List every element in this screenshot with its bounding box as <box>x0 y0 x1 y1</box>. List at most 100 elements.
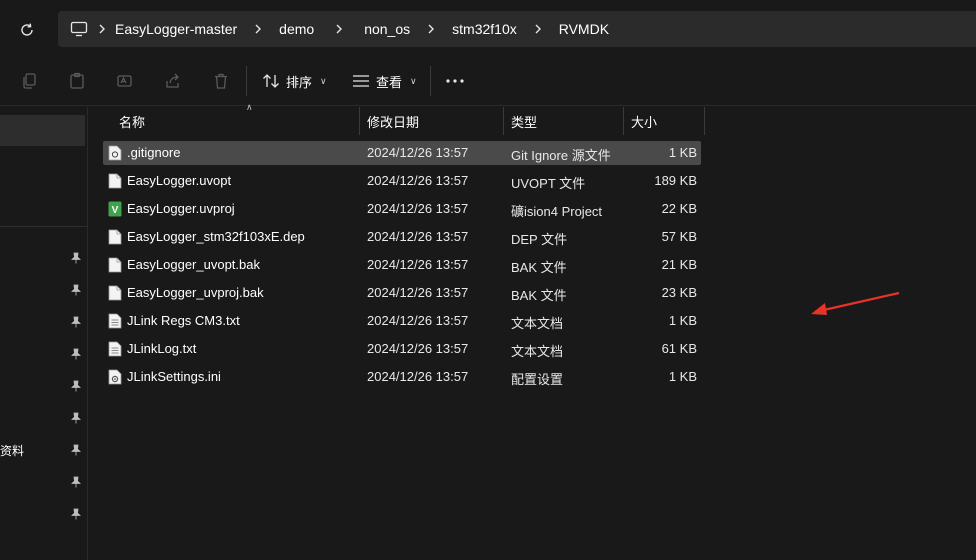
paste-icon[interactable] <box>65 69 89 93</box>
address-row: EasyLogger-master demo non_os stm32f10x … <box>0 0 976 56</box>
pin-icon[interactable] <box>70 380 82 392</box>
file-modified-date: 2024/12/26 13:57 <box>367 257 469 272</box>
file-modified-date: 2024/12/26 13:57 <box>367 313 469 328</box>
file-type: 文本文档 <box>511 316 564 331</box>
file-name: EasyLogger_uvopt.bak <box>127 257 260 272</box>
breadcrumb-stm32f10x[interactable]: stm32f10x <box>452 21 517 37</box>
pin-icon[interactable] <box>70 316 82 328</box>
view-label: 查看 <box>376 74 403 90</box>
keil-project-icon: V <box>108 201 122 217</box>
column-header-type-label: 类型 <box>511 114 538 130</box>
file-icon <box>108 173 122 189</box>
pin-icon[interactable] <box>70 252 82 264</box>
address-bar[interactable]: EasyLogger-master demo non_os stm32f10x … <box>58 11 976 47</box>
file-type: DEP 文件 <box>511 232 568 247</box>
view-icon <box>353 75 369 87</box>
nav-item-selected[interactable] <box>0 115 85 146</box>
file-row[interactable]: JLink Regs CM3.txt 2024/12/26 13:57 文本文档 1 … <box>103 309 701 333</box>
delete-icon[interactable] <box>209 69 233 93</box>
chevron-right-icon[interactable] <box>517 19 559 39</box>
nav-divider <box>0 226 88 227</box>
file-size: 22 KB <box>661 201 697 216</box>
file-modified-date: 2024/12/26 13:57 <box>367 341 469 356</box>
share-icon[interactable] <box>161 69 185 93</box>
file-icon <box>108 257 122 273</box>
file-size: 23 KB <box>661 285 697 300</box>
file-size: 189 KB <box>654 173 697 188</box>
column-header-date-label: 修改日期 <box>367 114 420 130</box>
column-divider[interactable] <box>359 107 360 135</box>
pin-icon[interactable] <box>70 508 82 520</box>
file-type: 配置设置 <box>511 372 564 387</box>
file-row[interactable]: EasyLogger.uvopt 2024/12/26 13:57 UVOPT 文件… <box>103 169 701 193</box>
column-header-size[interactable]: 大小 <box>625 107 703 135</box>
navigation-pane: 资料 <box>0 107 88 560</box>
pin-icon[interactable] <box>70 444 82 456</box>
file-size: 61 KB <box>661 341 697 356</box>
red-arrow-annotation <box>811 291 900 315</box>
view-menu-button[interactable]: 查看 ∨ <box>352 69 417 93</box>
file-size: 57 KB <box>661 229 697 244</box>
file-name: EasyLogger.uvopt <box>127 173 232 188</box>
column-header-name[interactable]: 名称 <box>113 107 359 135</box>
breadcrumb-rvmdk[interactable]: RVMDK <box>559 21 609 37</box>
pin-icon[interactable] <box>70 476 82 488</box>
file-row[interactable]: JLinkSettings.ini 2024/12/26 13:57 配置设置 1 K… <box>103 365 701 389</box>
gitignore-file-icon <box>108 145 122 161</box>
breadcrumb-non-os[interactable]: non_os <box>364 21 410 37</box>
column-divider[interactable] <box>503 107 504 135</box>
refresh-button[interactable] <box>14 17 40 43</box>
file-name: JLinkSettings.ini <box>127 369 221 384</box>
file-row[interactable]: EasyLogger_stm32f103xE.dep 2024/12/26 13:… <box>103 225 701 249</box>
nav-item-label[interactable]: 资料 <box>0 442 24 459</box>
chevron-right-icon[interactable] <box>237 19 279 39</box>
column-divider[interactable] <box>623 107 624 135</box>
file-row[interactable]: EasyLogger_uvproj.bak 2024/12/26 13:57 BAK… <box>103 281 701 305</box>
file-row[interactable]: .gitignore 2024/12/26 13:57 Git Ignore 源文件… <box>103 141 701 165</box>
more-options-icon[interactable] <box>443 69 467 93</box>
file-row[interactable]: EasyLogger_uvopt.bak 2024/12/26 13:57 BAK … <box>103 253 701 277</box>
file-icon <box>108 285 122 301</box>
file-icon <box>108 229 122 245</box>
pin-icon[interactable] <box>70 348 82 360</box>
sort-label: 排序 <box>286 74 313 90</box>
chevron-right-icon[interactable] <box>89 19 115 39</box>
sort-icon <box>263 74 279 88</box>
column-header-type[interactable]: 类型 <box>505 107 623 135</box>
file-row[interactable]: JLinkLog.txt 2024/12/26 13:57 文本文档 61 KB <box>103 337 701 361</box>
this-pc-icon[interactable] <box>69 19 89 39</box>
pin-icon[interactable] <box>70 412 82 424</box>
file-type: Git Ignore 源文件 <box>511 148 611 163</box>
chevron-right-icon[interactable] <box>410 19 452 39</box>
file-name: JLink Regs CM3.txt <box>127 313 240 328</box>
chevron-right-icon[interactable] <box>314 19 364 39</box>
column-header-name-label: 名称 <box>119 114 146 130</box>
file-name: EasyLogger.uvproj <box>127 201 235 216</box>
copy-icon[interactable] <box>17 69 41 93</box>
file-row[interactable]: V EasyLogger.uvproj 2024/12/26 13:57 礦ision… <box>103 197 701 221</box>
column-header-date[interactable]: 修改日期 <box>361 107 503 135</box>
pin-icon[interactable] <box>70 284 82 296</box>
breadcrumb-easylogger-master[interactable]: EasyLogger-master <box>115 21 237 37</box>
text-file-icon <box>108 313 122 329</box>
file-modified-date: 2024/12/26 13:57 <box>367 173 469 188</box>
column-divider[interactable] <box>704 107 705 135</box>
file-type: 礦ision4 Project <box>511 204 603 219</box>
file-type: 文本文档 <box>511 344 564 359</box>
chevron-down-icon: ∨ <box>410 75 417 86</box>
file-modified-date: 2024/12/26 13:57 <box>367 145 469 160</box>
sort-menu-button[interactable]: 排序 ∨ <box>262 69 327 93</box>
file-size: 1 KB <box>668 145 697 160</box>
file-type: UVOPT 文件 <box>511 176 586 191</box>
file-name: .gitignore <box>127 145 181 160</box>
file-size: 1 KB <box>668 313 697 328</box>
file-type: BAK 文件 <box>511 260 567 275</box>
rename-icon[interactable] <box>113 69 137 93</box>
chevron-down-icon: ∨ <box>320 75 327 86</box>
toolbar-divider <box>430 66 431 96</box>
column-headers: ∧ 名称 修改日期 类型 大小 <box>103 102 705 135</box>
breadcrumb-demo[interactable]: demo <box>279 21 314 37</box>
file-modified-date: 2024/12/26 13:57 <box>367 229 469 244</box>
file-modified-date: 2024/12/26 13:57 <box>367 285 469 300</box>
column-header-size-label: 大小 <box>631 114 658 130</box>
